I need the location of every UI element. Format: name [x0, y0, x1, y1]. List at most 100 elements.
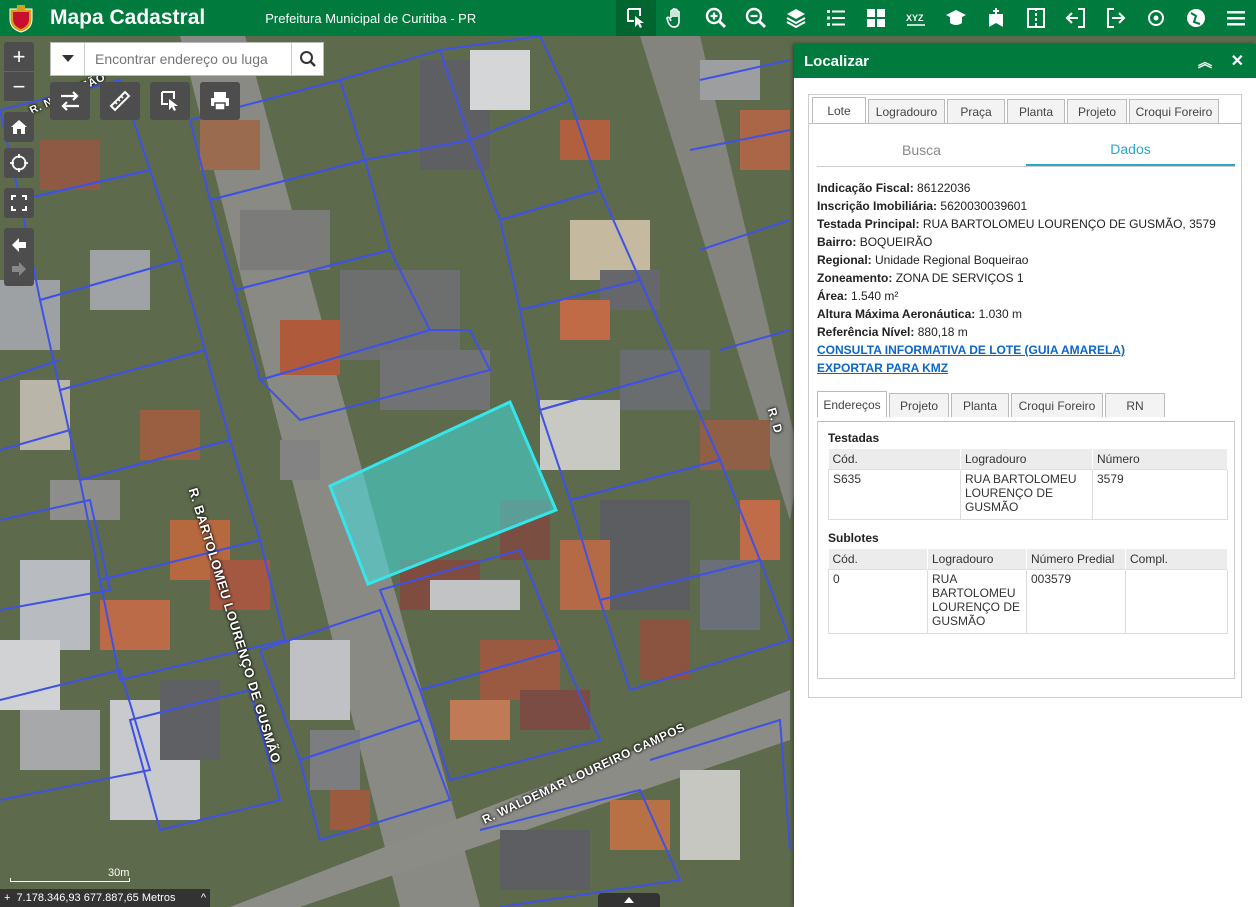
field-bairro: Bairro: BOQUEIRÃO [817, 235, 933, 249]
tab-projeto[interactable]: Projeto [1067, 99, 1127, 123]
coordinates-readout: 7.178.346,93 677.887,65 Metros [16, 892, 176, 904]
curitiba-coat-of-arms-icon [9, 5, 33, 33]
identify-button[interactable] [150, 82, 190, 120]
testadas-title: Testadas [828, 431, 880, 445]
menu-icon[interactable] [1216, 0, 1256, 36]
localizar-panel: Localizar ︽ ✕ Lote Logradouro Praça Plan… [794, 44, 1256, 907]
education-icon[interactable] [936, 0, 976, 36]
import-icon[interactable] [1056, 0, 1096, 36]
field-indicacao-fiscal: Indicação Fiscal: 86122036 [817, 181, 971, 195]
scale-bar [10, 878, 130, 882]
col-logradouro: Logradouro [960, 449, 1093, 469]
bookmark-icon[interactable] [976, 0, 1016, 36]
sublotes-table: Cód. Logradouro Número Predial Compl. 0 … [828, 549, 1228, 634]
table-header: Cód. Logradouro Número [828, 449, 1228, 469]
tab-logradouro[interactable]: Logradouro [868, 99, 945, 123]
swipe-tool-button[interactable] [50, 82, 90, 120]
field-inscricao-imobiliaria: Inscrição Imobiliária: 5620030039601 [817, 199, 1028, 213]
field-referencia-nivel: Referência Nível: 880,18 m [817, 325, 968, 339]
fullscreen-button[interactable] [4, 188, 34, 218]
cell-cod: 0 [828, 568, 928, 634]
table-row: 0 RUA BARTOLOMEU LOURENÇO DE GUSMÃO 0035… [828, 568, 1228, 634]
layers-icon[interactable] [776, 0, 816, 36]
search-button[interactable] [291, 43, 323, 75]
legend-icon[interactable] [816, 0, 856, 36]
zoom-in-icon[interactable] [696, 0, 736, 36]
table-row: S635 RUA BARTOLOMEU LOURENÇO DE GUSMÃO 3… [828, 468, 1228, 520]
export-icon[interactable] [1096, 0, 1136, 36]
exportar-kmz-link[interactable]: EXPORTAR PARA KMZ [817, 359, 1216, 377]
pan-icon[interactable] [656, 0, 696, 36]
subtab-dados[interactable]: Dados [1026, 133, 1235, 166]
back-arrow-icon[interactable] [10, 236, 28, 254]
tab-planta[interactable]: Planta [1007, 99, 1065, 123]
tab-detail-projeto[interactable]: Projeto [889, 393, 949, 417]
tab-divider [809, 123, 1241, 124]
consulta-informativa-link[interactable]: CONSULTA INFORMATIVA DE LOTE (GUIA AMARE… [817, 341, 1216, 359]
search-source-dropdown[interactable] [51, 43, 85, 75]
caret-up-icon [624, 897, 634, 903]
cell-numero-predial: 003579 [1026, 568, 1126, 634]
field-area: Área: 1.540 m² [817, 289, 899, 303]
col-numero: Número [1092, 449, 1228, 469]
history-nav [4, 228, 34, 286]
field-zoneamento: Zoneamento: ZONA DE SERVIÇOS 1 [817, 271, 1024, 285]
tab-detail-planta[interactable]: Planta [951, 393, 1009, 417]
identify-icon[interactable] [616, 0, 656, 36]
tab-detail-rn[interactable]: RN [1105, 393, 1165, 417]
home-button[interactable] [4, 112, 34, 142]
main-toolbar: XYZ [616, 0, 1256, 36]
search-icon [299, 51, 316, 67]
fullscreen-icon [11, 195, 27, 211]
cell-logradouro: RUA BARTOLOMEU LOURENÇO DE GUSMÃO [960, 468, 1093, 520]
subtab-busca[interactable]: Busca [817, 133, 1026, 166]
home-icon [11, 120, 27, 134]
svg-text:XYZ: XYZ [906, 13, 924, 23]
identify-cursor-icon [161, 91, 178, 111]
col-numero-predial: Número Predial [1026, 549, 1126, 569]
top-bar: Mapa Cadastral Prefeitura Municipal de C… [0, 0, 1256, 36]
tab-enderecos[interactable]: Endereços [817, 391, 887, 417]
tab-praca[interactable]: Praça [947, 99, 1005, 123]
table-header: Cód. Logradouro Número Predial Compl. [828, 549, 1228, 569]
xyz-icon[interactable]: XYZ [896, 0, 936, 36]
field-testada-principal: Testada Principal: RUA BARTOLOMEU LOUREN… [817, 217, 1216, 231]
field-regional: Regional: Unidade Regional Boqueirao [817, 253, 1029, 267]
search-input[interactable] [85, 44, 291, 74]
measure-button[interactable] [100, 82, 140, 120]
zoom-out-button[interactable]: − [4, 72, 34, 102]
tab-detail-croqui[interactable]: Croqui Foreiro [1011, 393, 1103, 417]
locate-icon[interactable] [1136, 0, 1176, 36]
zoom-in-button[interactable]: + [4, 42, 34, 72]
cell-logradouro: RUA BARTOLOMEU LOURENÇO DE GUSMÃO [927, 568, 1027, 634]
coords-toggle-icon[interactable]: + [4, 892, 10, 904]
zoom-controls: + − [4, 42, 34, 102]
close-icon[interactable]: ✕ [1231, 51, 1244, 71]
app-subtitle: Prefeitura Municipal de Curitiba - PR [265, 10, 477, 26]
map-icon[interactable] [1176, 0, 1216, 36]
print-button[interactable] [200, 82, 240, 120]
enderecos-section: Testadas Cód. Logradouro Número S635 RUA… [817, 421, 1235, 679]
chevron-up-icon[interactable]: ^ [201, 892, 206, 904]
col-cod: Cód. [828, 549, 928, 569]
locate-button[interactable] [4, 148, 34, 178]
tab-lote[interactable]: Lote [812, 97, 866, 123]
col-compl: Compl. [1125, 549, 1228, 569]
forward-arrow-icon[interactable] [10, 260, 28, 278]
collapse-icon[interactable]: ︽ [1198, 52, 1212, 72]
coordinates-bar: + 7.178.346,93 677.887,65 Metros ^ [0, 889, 210, 907]
detail-tabs: Endereços Projeto Planta Croqui Foreiro … [817, 391, 1167, 417]
lot-details: Indicação Fiscal: 86122036 Inscrição Imo… [817, 179, 1216, 377]
col-cod: Cód. [828, 449, 961, 469]
swap-arrows-icon [61, 91, 79, 111]
col-logradouro: Logradouro [927, 549, 1027, 569]
zoom-out-icon[interactable] [736, 0, 776, 36]
panel-header: Localizar ︽ ✕ [794, 44, 1256, 78]
tab-croqui-foreiro[interactable]: Croqui Foreiro [1129, 99, 1219, 123]
cell-numero: 3579 [1092, 468, 1228, 520]
panel-title: Localizar [804, 52, 870, 70]
crosshair-icon [10, 154, 28, 172]
compare-icon[interactable] [1016, 0, 1056, 36]
bottom-panel-toggle[interactable] [598, 893, 660, 907]
grid-icon[interactable] [856, 0, 896, 36]
